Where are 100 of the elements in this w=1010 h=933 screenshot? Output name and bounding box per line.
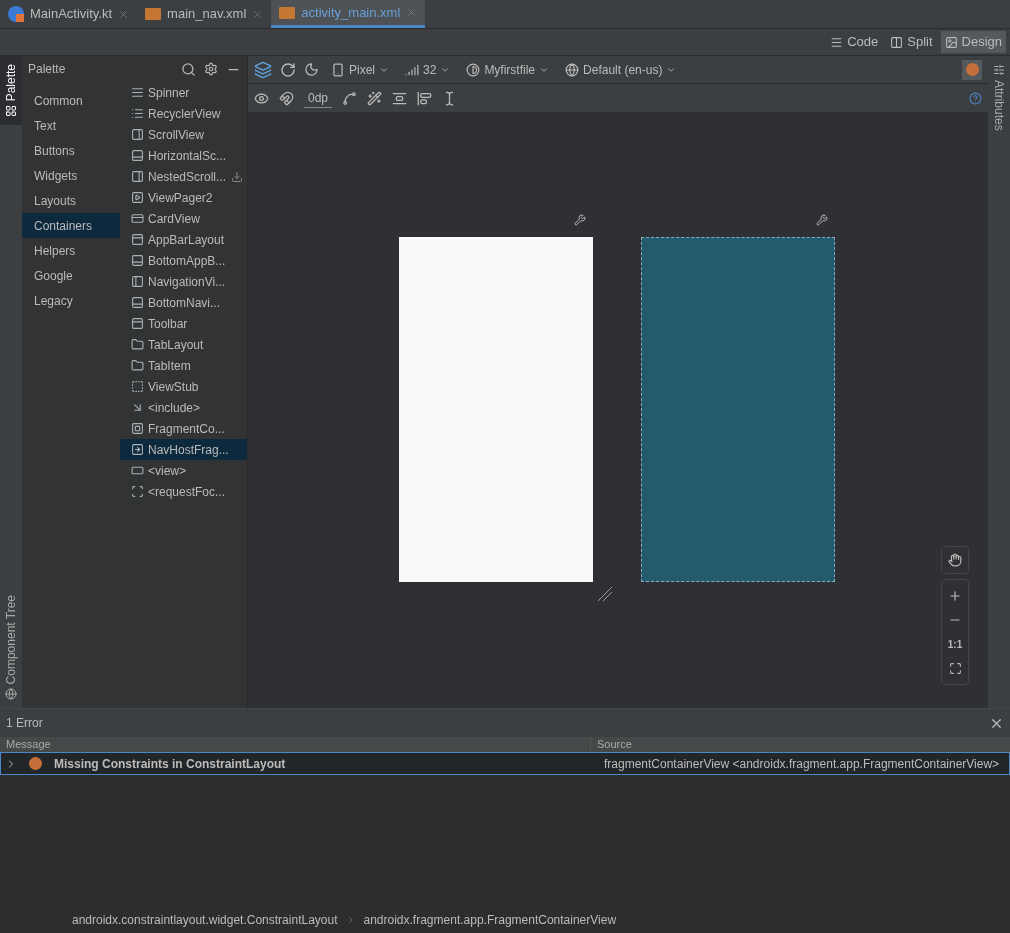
widget-icon [131,212,144,225]
view-mode-icon [944,35,958,49]
palette-category[interactable]: Helpers [22,238,120,263]
palette-item[interactable]: ScrollView [120,124,247,145]
widget-icon [131,86,144,99]
palette-category[interactable]: Legacy [22,288,120,313]
widget-icon [131,296,144,309]
wand-icon[interactable] [367,90,383,106]
eye-icon[interactable] [254,90,269,106]
widget-icon [131,254,144,267]
palette-item[interactable]: <view> [120,460,247,481]
actual-size-button[interactable]: 1:1 [947,637,963,652]
palette-item[interactable]: BottomNavi... [120,292,247,313]
xml-file-icon [279,6,296,19]
palette-category[interactable]: Google [22,263,120,288]
palette-item[interactable]: FragmentCo... [120,418,247,439]
palette-item[interactable]: Toolbar [120,313,247,334]
api-level-dropdown[interactable]: 32 [401,60,455,79]
problems-title: 1 Error [6,715,44,732]
widget-icon [131,464,144,477]
device-dropdown[interactable]: Pixel [327,60,393,79]
palette-category[interactable]: Text [22,113,120,138]
pan-button[interactable] [941,546,969,574]
widget-icon [131,485,144,498]
palette-category[interactable]: Common [22,88,120,113]
zoom-in-icon[interactable] [948,589,962,603]
fit-screen-icon[interactable] [948,662,962,675]
palette-item[interactable]: TabLayout [120,334,247,355]
tool-window-icon [5,105,17,118]
palette-category[interactable]: Widgets [22,163,120,188]
widget-icon [131,170,144,183]
palette-item[interactable]: TabItem [120,355,247,376]
palette-category[interactable]: Buttons [22,138,120,163]
view-mode-button[interactable]: Design [940,31,1006,53]
spacing-icon[interactable] [392,90,408,106]
widget-icon [131,275,144,288]
download-icon[interactable] [231,170,243,183]
palette-title: Palette [28,61,67,78]
palette-item[interactable]: Spinner [120,82,247,103]
view-mode-icon [890,35,904,49]
palette-item[interactable]: RecyclerView [120,103,247,124]
search-icon[interactable] [181,61,196,77]
widget-icon [131,107,144,120]
settings-icon[interactable] [204,62,218,76]
align-icon[interactable] [417,90,433,106]
editor-tab[interactable]: MainActivity.kt [0,0,138,28]
palette-item[interactable]: NavHostFrag... [120,439,247,460]
view-mode-button[interactable]: Split [886,31,937,53]
widget-icon [131,338,144,351]
tool-window-tab[interactable]: Attributes [988,56,1010,139]
widget-icon [131,422,144,435]
breadcrumb-item[interactable]: androidx.constraintlayout.widget.ConstraintLayout [72,911,338,929]
view-mode-icon [830,35,844,49]
hand-icon [948,553,962,567]
rotate-icon[interactable] [280,61,296,78]
editor-tab[interactable]: main_nav.xml [137,0,272,28]
breadcrumb-item[interactable]: androidx.fragment.app.FragmentContainerView [363,911,617,929]
resize-handle-icon[interactable] [597,586,613,602]
palette-item[interactable]: AppBarLayout [120,229,247,250]
palette-item[interactable]: <include> [120,397,247,418]
widget-icon [131,443,144,456]
palette-item[interactable]: BottomAppB... [120,250,247,271]
attributes-icon [993,64,1005,76]
view-mode-button[interactable]: Code [826,31,883,53]
warning-button[interactable] [962,59,982,80]
problem-row[interactable]: Missing Constraints in ConstraintLayout fragmentContainerView <androidx.fragment.app.FragmentContainerView> [0,752,1010,775]
palette-category[interactable]: Containers [22,213,120,238]
margin-button[interactable]: 0dp [304,88,333,108]
widget-icon [131,149,144,162]
night-mode-icon[interactable] [304,62,319,77]
widget-icon [131,233,144,246]
wrench-icon[interactable] [574,214,586,226]
widget-icon [131,317,144,330]
problem-message: Missing Constraints in ConstraintLayout [54,755,287,773]
palette-item[interactable]: <requestFoc... [120,481,247,502]
locale-dropdown[interactable]: Default (en-us) [561,60,681,79]
palette-item[interactable]: HorizontalSc... [120,145,247,166]
device-icon [331,62,345,77]
locale-icon [565,62,580,77]
magnet-icon[interactable] [279,90,294,106]
column-header[interactable]: Source [591,737,1010,752]
widget-icon [131,359,144,372]
tool-window-icon [5,688,17,700]
palette-item[interactable]: ViewPager2 [120,187,247,208]
theme-dropdown[interactable]: Myfirstfile [462,60,554,79]
theme-icon [466,62,481,77]
palette-category[interactable]: Layouts [22,188,120,213]
help-icon[interactable] [969,91,982,105]
palette-item[interactable]: NavigationVi... [120,271,247,292]
palette-item[interactable]: NestedScroll... [120,166,247,187]
warning-icon [965,63,979,76]
tool-window-tab[interactable]: Palette [0,56,22,126]
palette-item[interactable]: CardView [120,208,247,229]
path-icon[interactable] [342,90,358,106]
widget-icon [131,128,144,141]
layers-icon[interactable] [254,60,272,79]
api-level-icon [405,62,419,77]
wrench-icon[interactable] [816,214,828,226]
palette-item[interactable]: ViewStub [120,376,247,397]
tool-window-tab[interactable]: Component Tree [0,586,22,708]
